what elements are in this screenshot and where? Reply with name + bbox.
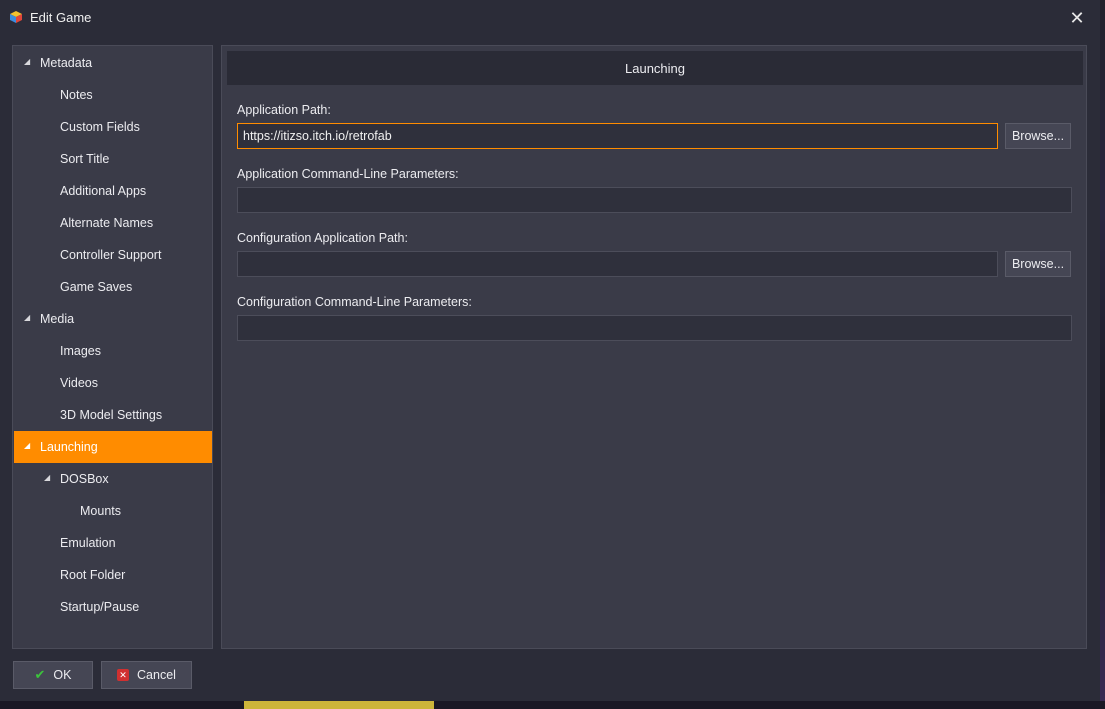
application-params-label: Application Command-Line Parameters: [237, 167, 459, 181]
tree-item-3d-model-settings[interactable]: 3D Model Settings [14, 399, 212, 431]
tree-item-label: Game Saves [60, 280, 133, 294]
tree-item-startup-pause[interactable]: Startup/Pause [14, 591, 212, 623]
application-params-input[interactable] [237, 187, 1072, 213]
tree-item-label: Videos [60, 376, 98, 390]
title-bar: Edit Game ✕ [0, 0, 1100, 36]
settings-tree: ◢ Metadata Notes Custom Fields Sort Titl… [12, 45, 213, 649]
tree-item-label: Images [60, 344, 101, 358]
cancel-icon: ✕ [117, 669, 130, 681]
tree-item-custom-fields[interactable]: Custom Fields [14, 111, 212, 143]
close-icon[interactable]: ✕ [1064, 6, 1090, 30]
tree-item-sort-title[interactable]: Sort Title [14, 143, 212, 175]
tree-item-mounts[interactable]: Mounts [14, 495, 212, 527]
tree-item-emulation[interactable]: Emulation [14, 527, 212, 559]
application-path-label: Application Path: [237, 103, 331, 117]
window-title: Edit Game [30, 10, 92, 25]
tree-item-label: Root Folder [60, 568, 126, 582]
background-window-bottom [0, 701, 1105, 709]
expanded-arrow-icon[interactable]: ◢ [24, 441, 30, 450]
tree-item-label: Launching [40, 440, 98, 454]
tree-item-label: Emulation [60, 536, 116, 550]
ok-button-label: OK [53, 668, 72, 682]
tree-item-label: Alternate Names [60, 216, 154, 230]
tree-item-dosbox[interactable]: ◢ DOSBox [14, 463, 212, 495]
tree-item-label: Controller Support [60, 248, 162, 262]
tree-item-media[interactable]: ◢ Media [14, 303, 212, 335]
application-path-browse-button[interactable]: Browse... [1005, 123, 1071, 149]
tree-item-notes[interactable]: Notes [14, 79, 212, 111]
application-path-input[interactable] [237, 123, 998, 149]
tree-item-root-folder[interactable]: Root Folder [14, 559, 212, 591]
background-thumbnail [244, 701, 434, 709]
cancel-button-label: Cancel [137, 668, 176, 682]
config-params-input[interactable] [237, 315, 1072, 341]
tree-item-label: Startup/Pause [60, 600, 140, 614]
app-logo-icon [10, 11, 22, 23]
tree-item-label: Media [40, 312, 75, 326]
checkmark-icon: ✔ [34, 667, 46, 682]
section-header: Launching [227, 51, 1083, 85]
tree-item-controller-support[interactable]: Controller Support [14, 239, 212, 271]
launching-panel: Launching Application Path: Browse... Ap… [221, 45, 1087, 649]
config-params-label: Configuration Command-Line Parameters: [237, 295, 472, 309]
tree-item-label: Custom Fields [60, 120, 140, 134]
edit-game-dialog: Edit Game ✕ ◢ Metadata Notes Custom Fiel… [0, 0, 1100, 701]
tree-item-metadata[interactable]: ◢ Metadata [14, 47, 212, 79]
tree-item-alternate-names[interactable]: Alternate Names [14, 207, 212, 239]
tree-item-images[interactable]: Images [14, 335, 212, 367]
tree-item-launching[interactable]: ◢ Launching [14, 431, 212, 463]
tree-item-label: Notes [60, 88, 93, 102]
tree-item-label: DOSBox [60, 472, 109, 486]
config-path-label: Configuration Application Path: [237, 231, 408, 245]
config-path-input[interactable] [237, 251, 998, 277]
config-path-browse-button[interactable]: Browse... [1005, 251, 1071, 277]
tree-item-game-saves[interactable]: Game Saves [14, 271, 212, 303]
tree-item-label: Additional Apps [60, 184, 147, 198]
tree-item-label: Sort Title [60, 152, 110, 166]
ok-button[interactable]: ✔ OK [13, 661, 93, 689]
expanded-arrow-icon[interactable]: ◢ [24, 313, 30, 322]
tree-item-label: 3D Model Settings [60, 408, 163, 422]
background-window-edge [1100, 0, 1105, 709]
tree-item-additional-apps[interactable]: Additional Apps [14, 175, 212, 207]
expanded-arrow-icon[interactable]: ◢ [24, 57, 30, 66]
cancel-button[interactable]: ✕ Cancel [101, 661, 192, 689]
expanded-arrow-icon[interactable]: ◢ [44, 473, 50, 482]
tree-item-label: Metadata [40, 56, 93, 70]
tree-item-label: Mounts [80, 504, 121, 518]
tree-item-videos[interactable]: Videos [14, 367, 212, 399]
